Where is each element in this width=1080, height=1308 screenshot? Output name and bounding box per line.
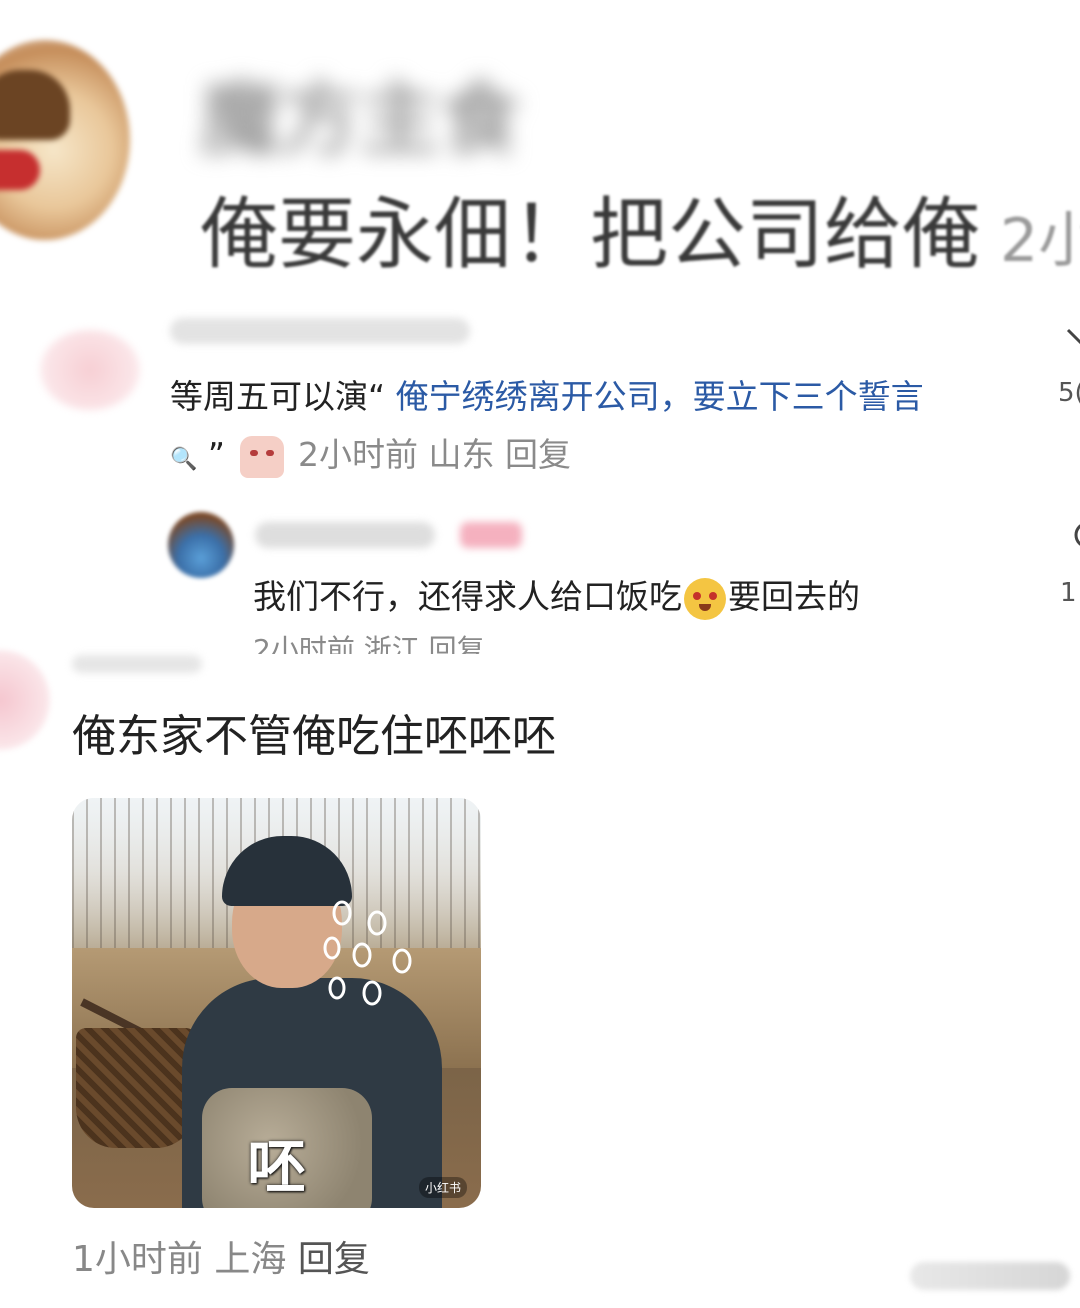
- reply-text: 我们不行，还得求人给口饭吃 要回去的: [253, 570, 860, 620]
- reply-button[interactable]: 回复: [429, 633, 485, 654]
- comment-meta: 1小时前 上海 回复: [72, 1230, 370, 1282]
- like-count: 1!: [1060, 578, 1080, 608]
- comment-text: 俺东家不管俺吃住呸呸呸: [72, 711, 556, 762]
- doghead-emoji-icon: [239, 435, 284, 478]
- like-count: 5(: [1058, 378, 1080, 408]
- avatar[interactable]: [168, 512, 234, 578]
- timestamp: 2小时前: [253, 633, 355, 654]
- username-blurred[interactable]: [255, 522, 435, 548]
- comment-bubble-icon[interactable]: [1060, 515, 1080, 565]
- location: 山东: [428, 435, 495, 474]
- reply-text-before: 我们不行，还得求人给口饭吃: [253, 577, 682, 616]
- location: 浙江: [363, 633, 420, 654]
- timestamp: 2小: [1000, 206, 1080, 276]
- sweat-drops-icon: [312, 893, 442, 1019]
- user-badge: [460, 522, 522, 548]
- reply-text-after: 要回去的: [728, 577, 860, 616]
- smile-emoji-icon: [684, 577, 726, 620]
- avatar[interactable]: [0, 650, 50, 750]
- reply-meta: 2小时前 浙江 回复: [253, 628, 485, 654]
- avatar[interactable]: [0, 40, 130, 240]
- reply-text-prefix: 等周五可以演“: [170, 377, 386, 416]
- location: 上海: [214, 1239, 287, 1280]
- username-blurred[interactable]: [72, 655, 202, 673]
- meme-image[interactable]: 呸 小红书: [72, 798, 481, 1208]
- avatar[interactable]: [40, 330, 140, 410]
- comment-text: 俺要永佃！把公司给俺 2小: [200, 172, 1080, 284]
- timestamp: 1小时前: [72, 1239, 203, 1280]
- watermark-blurred: [910, 1262, 1070, 1290]
- reply-line-2: 🔍 ” 2小时前 山东 回复: [170, 428, 571, 478]
- reply-button[interactable]: 回复: [298, 1239, 370, 1280]
- image-watermark: 小红书: [418, 1177, 467, 1198]
- timestamp: 2小时前: [298, 435, 419, 474]
- reply-text: 等周五可以演“ 俺宁绣绣离开公司，要立下三个誓言: [170, 370, 924, 418]
- topic-link[interactable]: 俺宁绣绣离开公司，要立下三个誓言: [396, 377, 924, 416]
- search-icon[interactable]: 🔍: [170, 447, 197, 472]
- comment-body: 俺要永佃！把公司给俺: [200, 190, 981, 280]
- reply-button[interactable]: 回复: [505, 435, 571, 474]
- username-blurred[interactable]: [170, 318, 470, 344]
- chevron-right-icon[interactable]: [1062, 322, 1080, 372]
- username[interactable]: 魔方主食: [200, 55, 520, 171]
- close-quote: ”: [207, 435, 226, 474]
